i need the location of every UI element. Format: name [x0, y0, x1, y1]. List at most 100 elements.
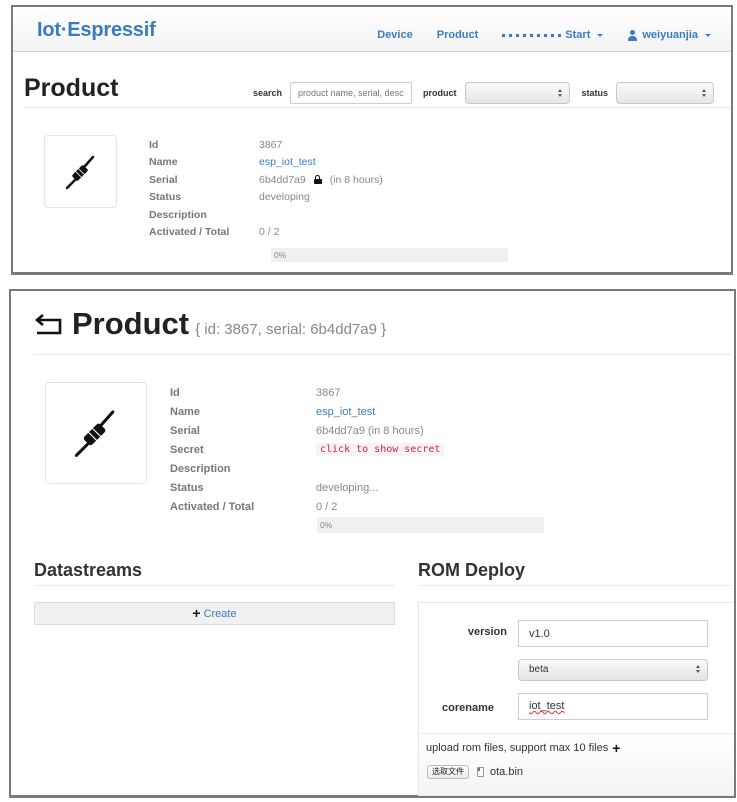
field-value: developing... [316, 481, 379, 494]
field-row-description: Description [149, 206, 383, 224]
product-name-link[interactable]: esp_iot_test [316, 406, 375, 418]
file-icon [477, 767, 484, 777]
field-row-activated: Activated / Total 0 / 2 [170, 497, 444, 516]
detail-header: Product { id: 3867, serial: 6b4dd7a9 } [34, 306, 386, 342]
status-filter-label: status [581, 88, 609, 98]
progress-label: 0% [320, 520, 333, 530]
product-summary: Id 3867 Name esp_iot_test Serial 6b4dd7a9 (i… [149, 136, 383, 241]
nav-start-label: Start [565, 29, 591, 41]
field-label: Serial [149, 173, 178, 186]
connector-plug-icon [65, 155, 94, 189]
filter-bar: search product status [253, 82, 715, 104]
caret-down-icon [705, 33, 711, 37]
serial-note: (in 8 hours) [329, 173, 383, 186]
field-row-id: Id 3867 [149, 136, 383, 154]
rom-deploy-heading: ROM Deploy [418, 560, 526, 580]
field-row-status: Status developing... [170, 478, 444, 497]
datastreams-heading: Datastreams [34, 560, 143, 580]
selected-file-name: ota.bin [490, 766, 524, 778]
field-label: Id [149, 138, 159, 151]
field-label: Status [149, 191, 182, 204]
channel-selected-value: beta [529, 664, 549, 675]
field-row-status: Status developing [149, 189, 383, 207]
select-arrows-icon [696, 665, 701, 675]
show-secret-button[interactable]: click to show secret [316, 443, 445, 456]
field-value: 0 / 2 [259, 226, 280, 239]
section-divider [418, 585, 733, 586]
nav-links: Device Product Start weiyuanjia [377, 29, 711, 41]
select-arrows-icon [557, 89, 563, 99]
field-row-id: Id 3867 [170, 383, 444, 402]
field-label: Name [170, 405, 200, 418]
search-label: search [253, 88, 283, 98]
field-row-name: Name esp_iot_test [149, 154, 383, 172]
field-label: Secret [170, 443, 204, 456]
section-divider [34, 585, 395, 586]
field-label: Description [170, 462, 231, 475]
upload-instructions: upload rom files, support max 10 files + [426, 741, 620, 755]
nav-product[interactable]: Product [437, 29, 479, 41]
navbar: Iot·Espressif Device Product Start weiyu… [13, 7, 731, 52]
page-title: Product [72, 306, 190, 341]
nav-user-label: weiyuanjia [642, 29, 698, 41]
search-input[interactable] [290, 82, 413, 104]
nav-device[interactable]: Device [377, 29, 412, 41]
caret-down-icon [597, 33, 604, 37]
field-value: 3867 [316, 386, 341, 399]
field-row-serial: Serial 6b4dd7a9 (in 8 hours) [149, 171, 383, 189]
field-label: Activated / Total [170, 500, 255, 513]
connector-plug-icon [74, 410, 115, 457]
add-file-plus-icon[interactable]: + [612, 741, 620, 755]
form-divider [418, 733, 734, 734]
field-row-serial: Serial 6b4dd7a9 (in 8 hours) [170, 421, 444, 440]
upload-text: upload rom files, support max 10 files [426, 742, 609, 754]
version-input[interactable] [518, 620, 708, 647]
file-input-row: 选取文件 ota.bin [427, 765, 523, 779]
product-details: Id 3867 Name esp_iot_test Serial 6b4dd7a9 (… [170, 383, 445, 516]
product-thumbnail[interactable] [44, 135, 117, 208]
grid-icon [502, 33, 562, 37]
field-label: Status [170, 481, 204, 494]
field-row-activated: Activated / Total 0 / 2 [149, 224, 383, 242]
user-icon [627, 29, 638, 41]
field-label: Id [170, 386, 180, 399]
activation-progress-bar: 0% [271, 248, 508, 262]
nav-user-dropdown[interactable]: weiyuanjia [627, 29, 711, 41]
page-title: Product [24, 74, 119, 102]
channel-select[interactable]: beta [518, 659, 708, 681]
header-divider [33, 354, 731, 355]
field-row-name: Name esp_iot_test [170, 402, 444, 421]
product-name-link[interactable]: esp_iot_test [259, 156, 316, 168]
activation-progress-bar: 0% [317, 517, 544, 533]
field-value: 6b4dd7a9 (in 8 hours) [316, 424, 424, 437]
page-subtitle: { id: 3867, serial: 6b4dd7a9 } [195, 321, 387, 338]
product-thumbnail[interactable] [45, 382, 147, 484]
corename-input[interactable]: iot_test [518, 693, 708, 720]
nav-start-dropdown[interactable]: Start [502, 29, 604, 41]
back-arrow-icon[interactable] [34, 312, 64, 336]
plus-icon: + [192, 605, 201, 621]
field-label: Activated / Total [149, 226, 230, 239]
header-divider [24, 107, 731, 108]
field-value: 3867 [259, 138, 283, 151]
field-label: Description [149, 208, 207, 221]
product-filter-label: product [423, 88, 457, 98]
field-value: developing [259, 191, 310, 204]
select-arrows-icon [702, 89, 707, 99]
status-filter-select[interactable] [616, 82, 715, 104]
progress-label: 0% [274, 250, 287, 260]
brand-logo[interactable]: Iot·Espressif [37, 19, 156, 42]
product-filter-select[interactable] [464, 82, 570, 104]
lock-icon [313, 175, 322, 185]
create-datastream-button[interactable]: + Create [34, 602, 395, 625]
version-label: version [467, 626, 507, 638]
field-label: Serial [170, 424, 200, 437]
corename-value: iot_test [529, 700, 565, 712]
field-label: Name [149, 156, 178, 169]
create-label: Create [203, 607, 237, 620]
serial-value: 6b4dd7a9 [259, 173, 306, 186]
corename-label: corename [442, 702, 494, 714]
field-row-description: Description [170, 459, 444, 478]
choose-file-button[interactable]: 选取文件 [427, 765, 469, 779]
field-row-secret: Secret click to show secret [170, 440, 445, 459]
